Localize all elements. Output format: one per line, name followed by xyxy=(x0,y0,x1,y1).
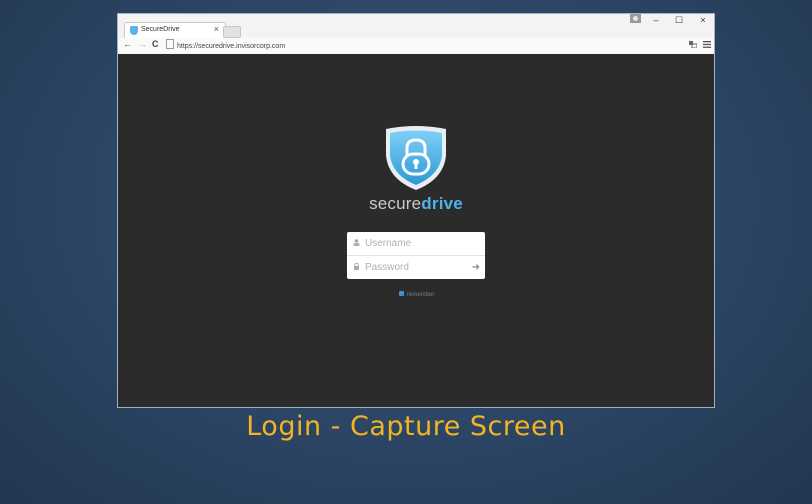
tab-close-icon[interactable]: × xyxy=(214,24,219,34)
lock-icon xyxy=(354,263,359,270)
username-placeholder: Username xyxy=(365,238,412,249)
user-icon xyxy=(353,239,360,246)
back-button[interactable]: ← xyxy=(123,39,132,49)
minimize-button[interactable]: – xyxy=(647,15,665,25)
login-form: Username Password ➜ xyxy=(347,232,485,279)
brand-wordmark: securedrive xyxy=(298,194,534,214)
window-close-button[interactable]: × xyxy=(694,15,712,25)
forward-button[interactable]: → xyxy=(138,39,147,49)
submit-arrow-icon[interactable]: ➜ xyxy=(472,262,480,273)
maximize-button[interactable]: ☐ xyxy=(670,15,688,26)
securedrive-logo-icon xyxy=(386,126,446,190)
browser-window: SecureDrive × – ☐ × ← → C https://secure… xyxy=(117,13,715,408)
browser-chrome: SecureDrive × – ☐ × ← → C https://secure… xyxy=(118,14,714,55)
brand-secure: secure xyxy=(369,194,422,213)
url-text: https://securedrive.invisorcorp.com xyxy=(177,43,286,50)
translate-icon[interactable] xyxy=(689,41,697,48)
checkbox-icon[interactable] xyxy=(399,291,404,296)
shield-favicon-icon xyxy=(130,26,138,35)
profile-icon[interactable] xyxy=(630,14,641,23)
remember-checkbox[interactable]: remember xyxy=(399,291,434,298)
username-input[interactable]: Username xyxy=(347,232,485,256)
new-tab-button[interactable] xyxy=(223,26,241,38)
url-input[interactable]: https://securedrive.invisorcorp.com xyxy=(166,39,686,51)
tab-title: SecureDrive xyxy=(141,26,180,33)
remember-label: remember xyxy=(407,292,435,298)
browser-tab[interactable]: SecureDrive × xyxy=(124,22,226,39)
reload-button[interactable]: C xyxy=(152,39,159,49)
password-input[interactable]: Password ➜ xyxy=(347,256,485,279)
password-placeholder: Password xyxy=(365,262,409,273)
brand-drive: drive xyxy=(421,194,463,213)
address-bar: ← → C https://securedrive.invisorcorp.co… xyxy=(118,38,714,53)
page-icon xyxy=(166,39,174,49)
page-viewport: securedrive Username Password ➜ remember xyxy=(118,54,714,407)
menu-icon[interactable] xyxy=(703,41,711,48)
caption-title: Login - Capture Screen xyxy=(246,411,566,442)
